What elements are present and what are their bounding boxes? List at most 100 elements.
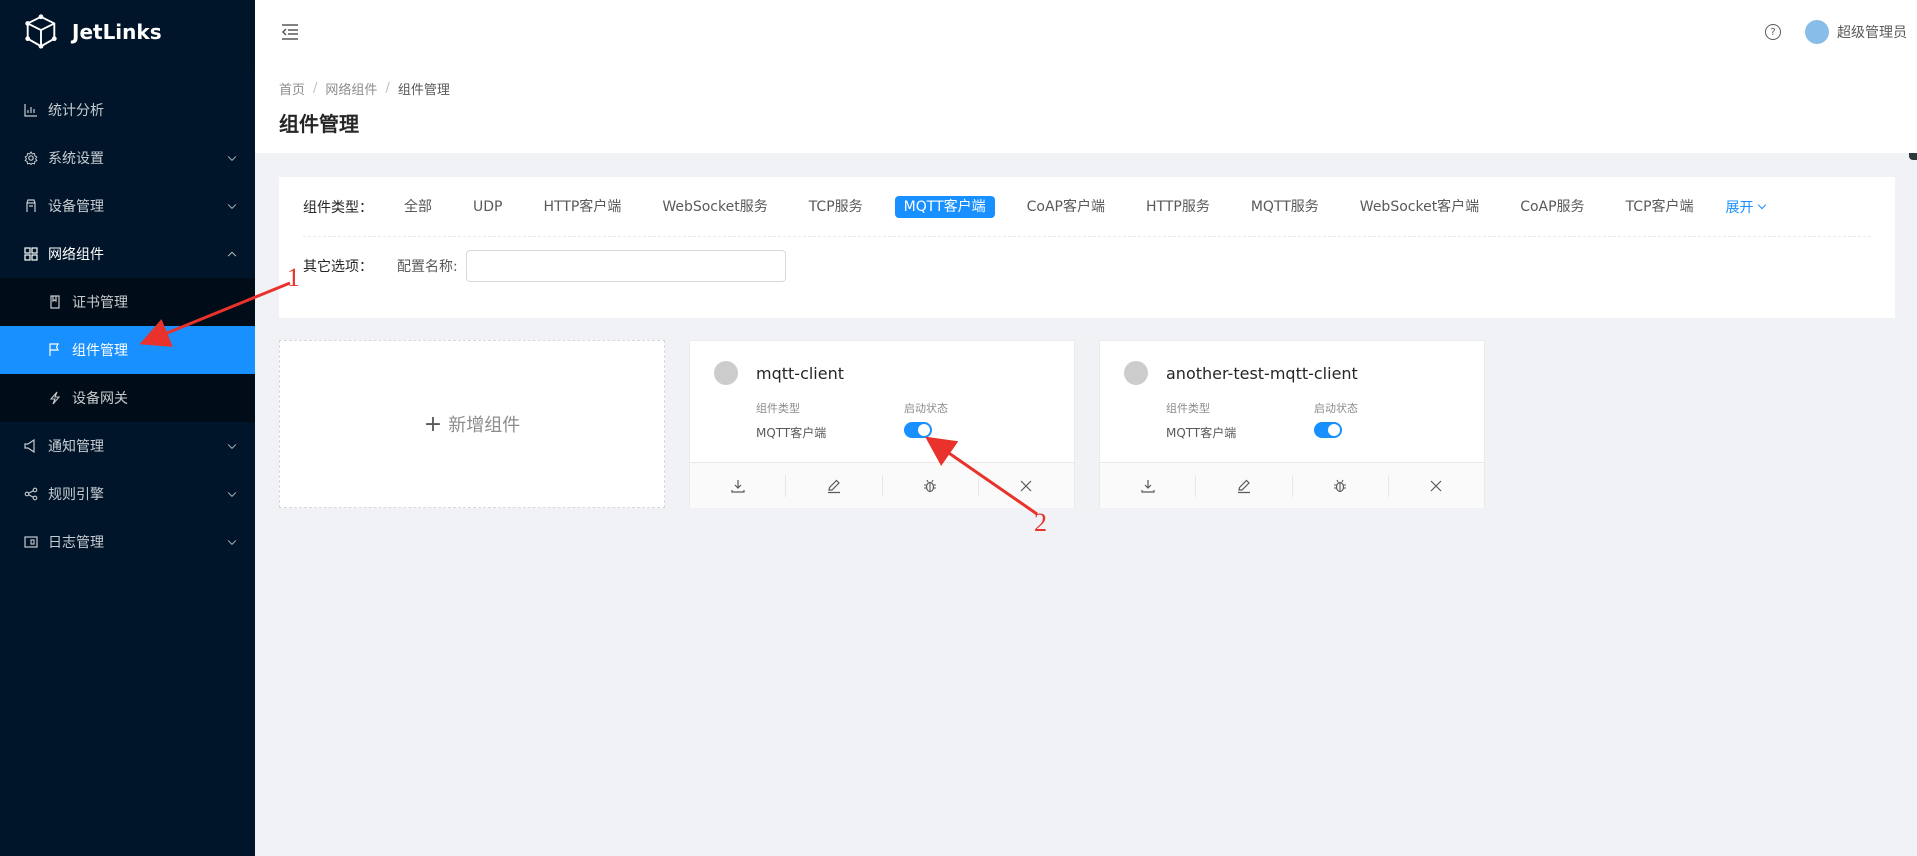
help-icon[interactable]: ? bbox=[1765, 24, 1781, 40]
delete-button[interactable] bbox=[979, 475, 1074, 497]
component-type-value: MQTT客户端 bbox=[756, 426, 827, 440]
sidebar-item-device-management[interactable]: 设备管理 bbox=[0, 182, 255, 230]
sidebar-item-label: 系统设置 bbox=[48, 151, 104, 167]
gear-icon bbox=[24, 151, 38, 165]
config-name-input[interactable] bbox=[465, 250, 786, 282]
card-title[interactable]: another-test-mqtt-client bbox=[1166, 364, 1358, 383]
filter-tag-tcp-client[interactable]: TCP客户端 bbox=[1617, 196, 1703, 218]
cube-logo-icon bbox=[25, 14, 57, 49]
sidebar-item-statistics[interactable]: 统计分析 bbox=[0, 86, 255, 134]
filter-tag-mqtt-server[interactable]: MQTT服务 bbox=[1242, 196, 1328, 218]
chevron-up-icon bbox=[227, 251, 237, 261]
sidebar-item-log-management[interactable]: 日志管理 bbox=[0, 518, 255, 566]
bug-icon bbox=[924, 479, 937, 492]
sidebar-item-label: 统计分析 bbox=[48, 103, 104, 119]
chevron-down-icon bbox=[227, 488, 237, 498]
expand-toggle[interactable]: 展开 bbox=[1725, 197, 1766, 217]
chevron-down-icon bbox=[227, 440, 237, 450]
sidebar-item-label: 网络组件 bbox=[48, 247, 104, 263]
filter-tag-websocket-client[interactable]: WebSocket客户端 bbox=[1351, 196, 1488, 218]
plus-icon: + bbox=[423, 411, 443, 437]
top-header: ? 超级管理员 bbox=[255, 0, 1917, 160]
sidebar-item-label: 设备网关 bbox=[72, 391, 128, 407]
close-icon bbox=[1430, 480, 1442, 491]
switch-knob bbox=[918, 424, 930, 436]
sidebar-item-system-settings[interactable]: 系统设置 bbox=[0, 134, 255, 182]
debug-button[interactable] bbox=[883, 474, 979, 497]
sidebar-item-certificate-management[interactable]: 证书管理 bbox=[0, 278, 255, 326]
enable-switch[interactable] bbox=[1314, 422, 1342, 438]
download-button[interactable] bbox=[690, 474, 787, 497]
edit-icon bbox=[1237, 479, 1250, 493]
breadcrumb-network-components[interactable]: 网络组件 bbox=[325, 79, 377, 98]
username[interactable]: 超级管理员 bbox=[1837, 22, 1907, 42]
sidebar-item-label: 组件管理 bbox=[72, 343, 128, 359]
annotation-number-2: 2 bbox=[1034, 508, 1047, 537]
other-options-label: 其它选项： bbox=[303, 259, 373, 275]
download-button[interactable] bbox=[1100, 474, 1197, 497]
filter-tag-all[interactable]: 全部 bbox=[395, 196, 441, 218]
enable-switch[interactable] bbox=[904, 422, 932, 438]
filter-tag-udp[interactable]: UDP bbox=[464, 196, 511, 218]
avatar[interactable] bbox=[1805, 20, 1829, 44]
breadcrumb-current: 组件管理 bbox=[397, 83, 450, 98]
breadcrumb-separator: / bbox=[385, 81, 390, 96]
chevron-down-icon bbox=[1757, 200, 1766, 209]
expand-label: 展开 bbox=[1725, 199, 1754, 216]
component-type-filter: 组件类型： 全部 UDP HTTP客户端 WebSocket服务 TCP服务 M… bbox=[303, 177, 1871, 237]
download-icon bbox=[731, 479, 745, 493]
menu-fold-icon[interactable] bbox=[280, 23, 300, 41]
close-icon bbox=[1020, 480, 1032, 491]
component-type-label: 组件类型 bbox=[756, 402, 800, 415]
sidebar-item-network-components[interactable]: 网络组件 bbox=[0, 230, 255, 278]
add-component-card[interactable]: + 新增组件 bbox=[279, 340, 665, 508]
edit-button[interactable] bbox=[1196, 474, 1293, 497]
component-type-value: MQTT客户端 bbox=[1166, 426, 1237, 440]
annotation-number-1: 1 bbox=[287, 263, 300, 292]
other-options-filter: 其它选项： 配置名称: bbox=[303, 237, 1871, 295]
filter-tag-websocket-server[interactable]: WebSocket服务 bbox=[653, 196, 776, 218]
sidebar: JetLinks 统计分析 系统设置 设备管理 网络组件 证书管理 组件管理 设… bbox=[0, 0, 255, 856]
logo[interactable]: JetLinks bbox=[0, 0, 255, 64]
filter-tag-mqtt-client[interactable]: MQTT客户端 bbox=[894, 195, 995, 218]
status-label: 启动状态 bbox=[904, 402, 948, 415]
sidebar-item-label: 日志管理 bbox=[48, 535, 104, 551]
debug-button[interactable] bbox=[1293, 474, 1389, 497]
delete-button[interactable] bbox=[1389, 475, 1484, 497]
sidebar-item-label: 通知管理 bbox=[48, 439, 104, 455]
filter-tag-coap-server[interactable]: CoAP服务 bbox=[1511, 196, 1593, 218]
edit-icon bbox=[827, 479, 840, 493]
chevron-down-icon bbox=[227, 536, 237, 546]
card-avatar bbox=[1124, 361, 1148, 385]
component-card: another-test-mqtt-client 组件类型 MQTT客户端 启动… bbox=[1099, 340, 1485, 508]
filter-tag-tcp-server[interactable]: TCP服务 bbox=[800, 196, 872, 218]
component-type-label: 组件类型： bbox=[303, 199, 373, 216]
sidebar-item-notification-management[interactable]: 通知管理 bbox=[0, 422, 255, 470]
device-icon bbox=[24, 199, 38, 213]
chevron-down-icon bbox=[227, 152, 237, 162]
page-header: 首页 / 网络组件 / 组件管理 组件管理 bbox=[255, 64, 1917, 153]
download-icon bbox=[1141, 479, 1155, 493]
notification-icon bbox=[24, 439, 38, 453]
config-name-label: 配置名称: bbox=[397, 259, 458, 275]
breadcrumb: 首页 / 网络组件 / 组件管理 bbox=[279, 79, 1917, 98]
chevron-down-icon bbox=[227, 200, 237, 210]
share-icon bbox=[24, 487, 38, 501]
flag-icon bbox=[48, 343, 62, 357]
sidebar-item-label: 规则引擎 bbox=[48, 487, 104, 503]
switch-knob bbox=[1328, 424, 1340, 436]
add-component-label: 新增组件 bbox=[448, 415, 521, 436]
filter-tag-http-client[interactable]: HTTP客户端 bbox=[534, 196, 630, 218]
status-label: 启动状态 bbox=[1314, 402, 1358, 415]
edit-button[interactable] bbox=[786, 474, 883, 497]
app-name: JetLinks bbox=[72, 20, 162, 44]
filter-tag-coap-client[interactable]: CoAP客户端 bbox=[1018, 196, 1114, 218]
breadcrumb-separator: / bbox=[313, 81, 318, 96]
breadcrumb-home[interactable]: 首页 bbox=[279, 79, 305, 98]
sidebar-item-rule-engine[interactable]: 规则引擎 bbox=[0, 470, 255, 518]
card-title[interactable]: mqtt-client bbox=[756, 364, 844, 383]
component-type-label: 组件类型 bbox=[1166, 402, 1210, 415]
filter-tag-http-server[interactable]: HTTP服务 bbox=[1137, 196, 1219, 218]
sidebar-item-device-gateway[interactable]: 设备网关 bbox=[0, 374, 255, 422]
sidebar-item-component-management[interactable]: 组件管理 bbox=[0, 326, 255, 374]
